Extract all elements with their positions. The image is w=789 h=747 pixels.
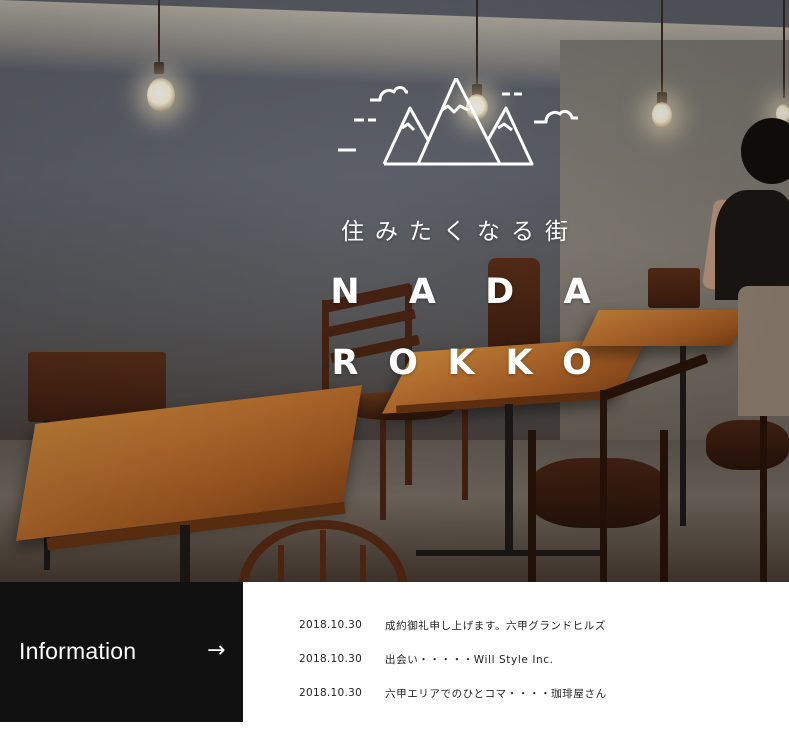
arrow-right-icon[interactable]: →	[207, 638, 225, 664]
news-title-link[interactable]: 出会い・・・・・Will Style Inc.	[385, 652, 769, 667]
news-title-link[interactable]: 六甲エリアでのひとコマ・・・・珈琲屋さん	[385, 686, 769, 701]
hero-tagline: 住みたくなる街	[341, 219, 579, 245]
hero-image: 住みたくなる街 N A D A R O K K O	[0, 0, 789, 582]
hero-title-nada: N A D A	[330, 272, 591, 312]
news-title-link[interactable]: 成約御礼申し上げます。六甲グランドヒルズ	[385, 618, 769, 633]
news-item[interactable]: 2018.10.30 出会い・・・・・Will Style Inc.	[299, 642, 769, 676]
mountain-logo-icon	[338, 78, 578, 166]
news-date: 2018.10.30	[299, 687, 363, 699]
hero-title-rokko: R O K K O	[331, 343, 592, 383]
information-heading: Information	[19, 638, 137, 664]
information-panel[interactable]: Information →	[0, 582, 243, 722]
news-date: 2018.10.30	[299, 653, 363, 665]
news-date: 2018.10.30	[299, 619, 363, 631]
news-item[interactable]: 2018.10.30 成約御礼申し上げます。六甲グランドヒルズ	[299, 608, 769, 642]
news-list: 2018.10.30 成約御礼申し上げます。六甲グランドヒルズ 2018.10.…	[299, 608, 769, 710]
news-item[interactable]: 2018.10.30 六甲エリアでのひとコマ・・・・珈琲屋さん	[299, 676, 769, 710]
